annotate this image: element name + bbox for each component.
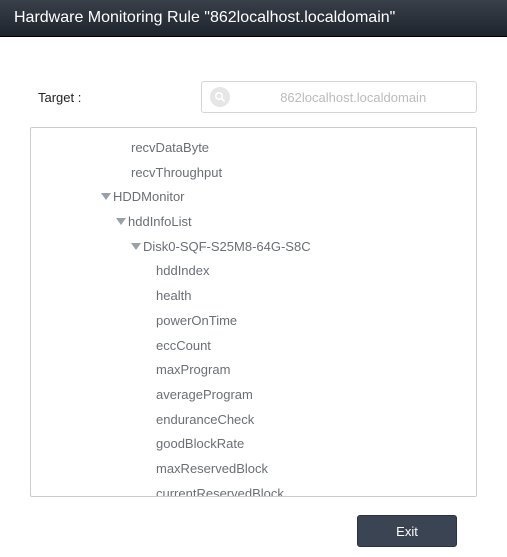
- tree-leaf[interactable]: maxReservedBlock: [31, 457, 470, 482]
- tree-leaf-label: averageProgram: [156, 387, 253, 402]
- tree-leaf[interactable]: powerOnTime: [31, 309, 470, 334]
- tree-branch-label: HDDMonitor: [113, 189, 185, 204]
- dialog-title: Hardware Monitoring Rule "862localhost.l…: [14, 9, 395, 26]
- search-icon: [210, 87, 230, 107]
- tree-leaf-label: enduranceCheck: [156, 412, 254, 427]
- tree-leaf-label: recvThroughput: [131, 165, 222, 180]
- target-input[interactable]: [238, 90, 468, 105]
- tree-leaf-label: hddIndex: [156, 263, 210, 278]
- tree: recvDataByte recvThroughput HDDMonitor h…: [31, 136, 470, 497]
- tree-container[interactable]: recvDataByte recvThroughput HDDMonitor h…: [30, 127, 477, 497]
- tree-leaf[interactable]: averageProgram: [31, 383, 470, 408]
- dialog-footer: Exit: [20, 497, 487, 547]
- tree-branch-hddinfolist[interactable]: hddInfoList: [31, 210, 470, 235]
- chevron-down-icon: [101, 193, 111, 200]
- tree-leaf-label: recvDataByte: [131, 140, 209, 155]
- chevron-down-icon: [116, 218, 126, 225]
- tree-leaf[interactable]: enduranceCheck: [31, 408, 470, 433]
- dialog-header: Hardware Monitoring Rule "862localhost.l…: [0, 0, 507, 37]
- tree-leaf-label: currentReservedBlock: [156, 486, 284, 497]
- target-label: Target :: [38, 90, 81, 105]
- tree-leaf-label: powerOnTime: [156, 313, 237, 328]
- tree-branch-hddmonitor[interactable]: HDDMonitor: [31, 185, 470, 210]
- tree-leaf-label: maxProgram: [156, 362, 230, 377]
- exit-button[interactable]: Exit: [357, 515, 457, 547]
- tree-leaf-label: eccCount: [156, 338, 211, 353]
- tree-branch-label: hddInfoList: [128, 214, 192, 229]
- tree-leaf[interactable]: maxProgram: [31, 358, 470, 383]
- tree-leaf[interactable]: hddIndex: [31, 259, 470, 284]
- tree-branch-disk0[interactable]: Disk0-SQF-S25M8-64G-S8C: [31, 235, 470, 260]
- tree-leaf[interactable]: eccCount: [31, 334, 470, 359]
- dialog-body: Target : recvDataByte recvThroughput HDD…: [0, 37, 507, 557]
- tree-leaf[interactable]: health: [31, 284, 470, 309]
- tree-leaf-label: goodBlockRate: [156, 436, 244, 451]
- target-row: Target :: [38, 81, 477, 113]
- chevron-down-icon: [131, 243, 141, 250]
- tree-leaf[interactable]: currentReservedBlock: [31, 482, 470, 497]
- tree-branch-label: Disk0-SQF-S25M8-64G-S8C: [143, 239, 311, 254]
- tree-leaf-label: maxReservedBlock: [156, 461, 268, 476]
- tree-leaf-label: health: [156, 288, 191, 303]
- target-input-wrap[interactable]: [201, 81, 477, 113]
- tree-leaf[interactable]: recvDataByte: [31, 136, 470, 161]
- tree-leaf[interactable]: goodBlockRate: [31, 432, 470, 457]
- tree-leaf[interactable]: recvThroughput: [31, 161, 470, 186]
